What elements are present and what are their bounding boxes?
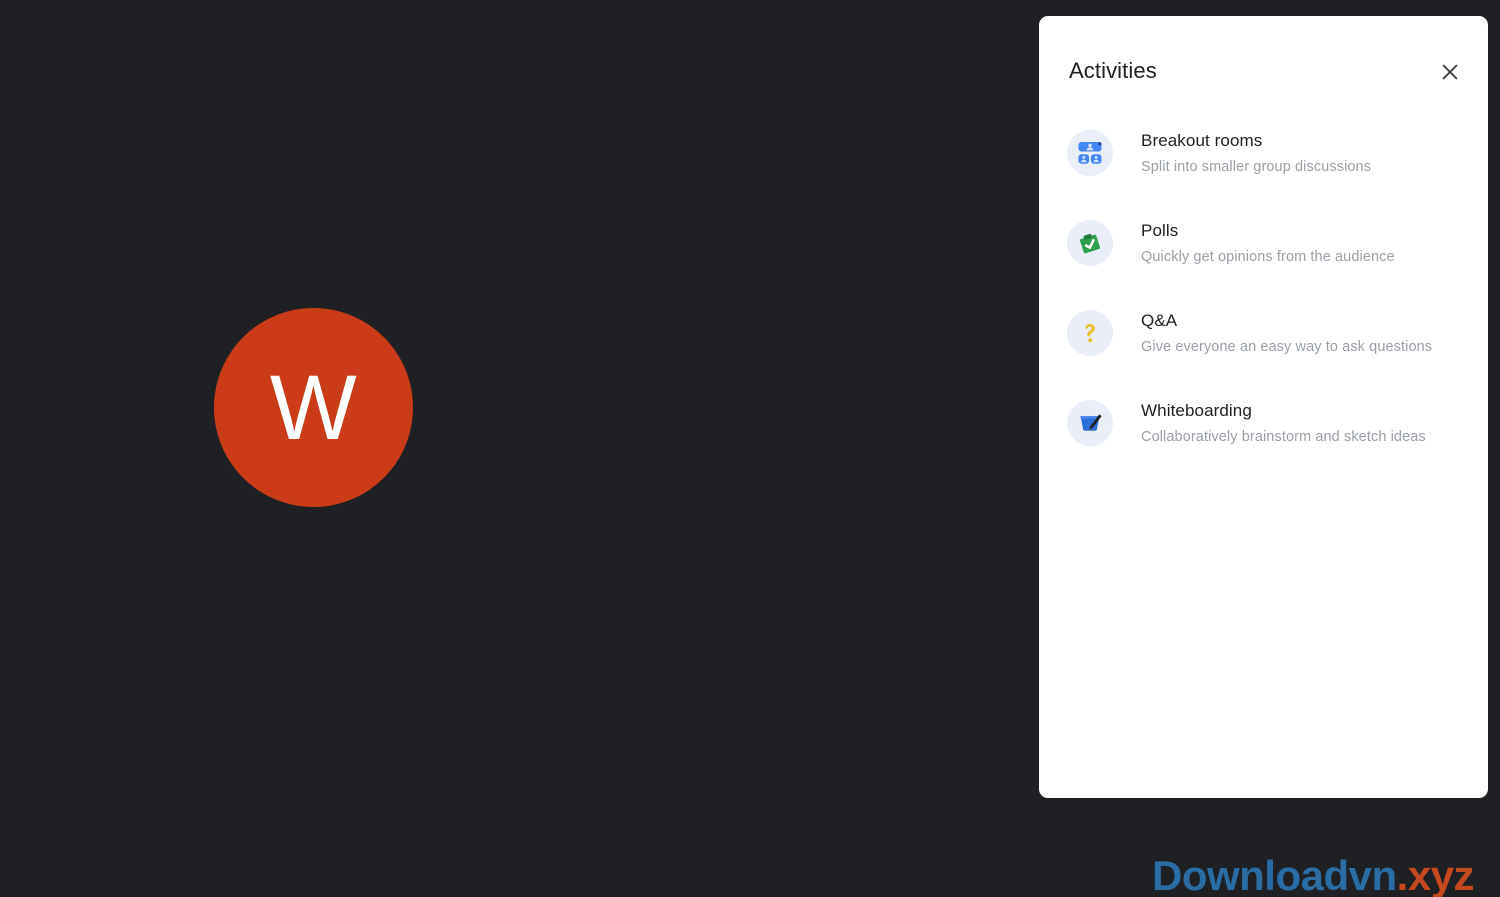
- avatar: W: [214, 308, 413, 507]
- activity-text: Whiteboarding Collaboratively brainstorm…: [1113, 396, 1426, 448]
- polls-icon: [1067, 220, 1113, 266]
- video-stage: W: [0, 0, 1040, 897]
- activity-list: Breakout rooms Split into smaller group …: [1039, 98, 1488, 476]
- activity-description: Collaboratively brainstorm and sketch id…: [1141, 429, 1426, 445]
- activity-text: Q&A Give everyone an easy way to ask que…: [1113, 306, 1432, 358]
- activity-item-whiteboarding[interactable]: Whiteboarding Collaboratively brainstorm…: [1039, 386, 1488, 476]
- activity-description: Split into smaller group discussions: [1141, 159, 1372, 175]
- bottom-bar: 1: [0, 797, 1500, 897]
- qa-icon: [1067, 310, 1113, 356]
- close-icon: [1439, 61, 1461, 86]
- activity-title: Q&A: [1141, 311, 1178, 330]
- whiteboarding-icon: [1067, 400, 1113, 446]
- activities-panel: Activities Breakout rooms Split into sma…: [1039, 16, 1488, 798]
- activity-title: Breakout rooms: [1141, 131, 1263, 150]
- activity-description: Quickly get opinions from the audience: [1141, 249, 1395, 265]
- activity-item-qa[interactable]: Q&A Give everyone an easy way to ask que…: [1039, 296, 1488, 386]
- activity-title: Polls: [1141, 221, 1179, 240]
- activity-item-breakout-rooms[interactable]: Breakout rooms Split into smaller group …: [1039, 116, 1488, 206]
- avatar-initial: W: [269, 356, 358, 459]
- activity-text: Polls Quickly get opinions from the audi…: [1113, 216, 1395, 268]
- activity-text: Breakout rooms Split into smaller group …: [1113, 126, 1371, 178]
- activity-description: Give everyone an easy way to ask questio…: [1141, 339, 1433, 355]
- page-title: Activities: [1069, 58, 1157, 83]
- activity-title: Whiteboarding: [1141, 401, 1252, 420]
- breakout-rooms-icon: [1067, 130, 1113, 176]
- activity-item-polls[interactable]: Polls Quickly get opinions from the audi…: [1039, 206, 1488, 296]
- panel-header: Activities: [1039, 16, 1488, 98]
- close-button[interactable]: [1429, 52, 1471, 94]
